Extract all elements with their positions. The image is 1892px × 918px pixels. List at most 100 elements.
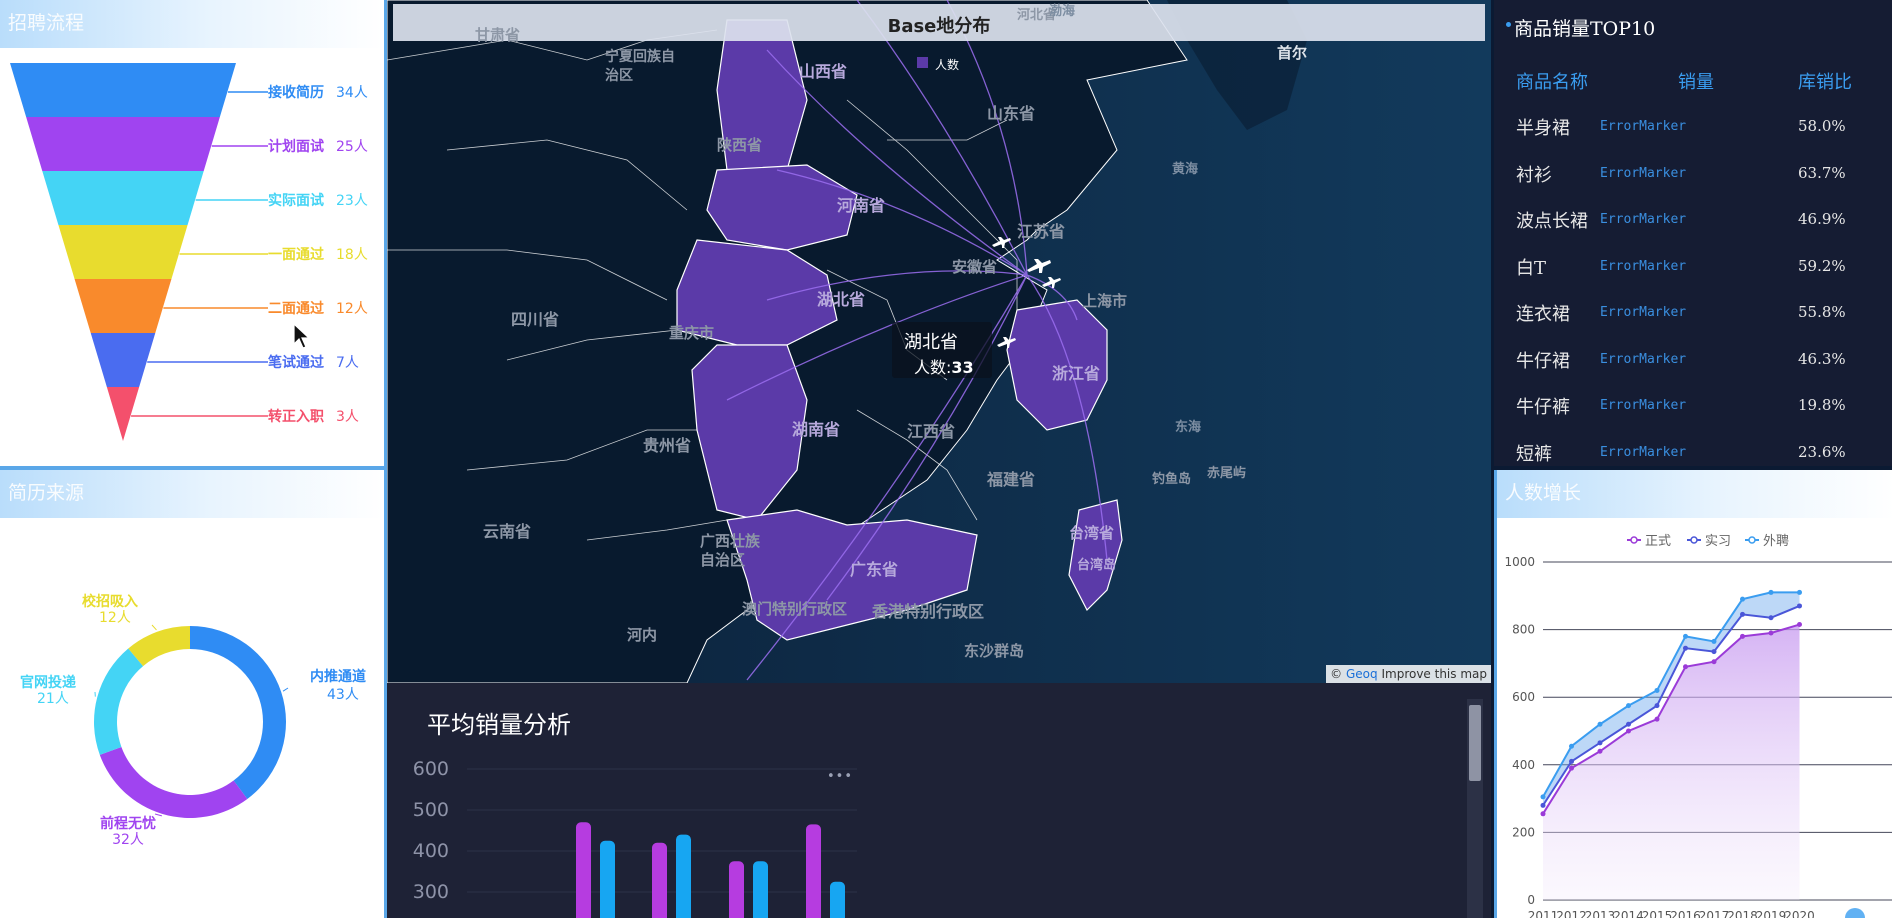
avg-bar[interactable] xyxy=(753,861,768,918)
growth-point[interactable] xyxy=(1540,794,1546,800)
top10-row-sales: ErrorMarker xyxy=(1600,119,1687,134)
top10-title-dot xyxy=(1506,22,1511,27)
growth-point[interactable] xyxy=(1797,589,1802,595)
avg-scrollbar-track[interactable] xyxy=(1467,699,1483,918)
growth-point[interactable] xyxy=(1654,703,1660,709)
avg-bar[interactable] xyxy=(576,822,591,918)
top10-row-name: 衬衫 xyxy=(1516,164,1552,186)
map-label-jiangxi: 江西省 xyxy=(907,422,956,441)
growth-point[interactable] xyxy=(1540,811,1546,817)
funnel-stage-label: 实际面试 xyxy=(268,192,324,209)
map-title: Base地分布 xyxy=(887,16,991,37)
donut-slice-label: 官网投递 xyxy=(20,674,76,691)
growth-point[interactable] xyxy=(1626,728,1631,734)
map-title-bar: Base地分布 xyxy=(393,4,1485,41)
map-label-chiwei: 赤尾屿 xyxy=(1207,466,1247,481)
donut-slice[interactable] xyxy=(94,648,144,755)
avg-bar[interactable] xyxy=(676,834,691,918)
funnel-stage-value: 23人 xyxy=(336,193,368,209)
growth-legend-label[interactable]: 外聘 xyxy=(1763,534,1789,549)
donut-slice-label: 内推通道 xyxy=(310,668,366,685)
base-distribution-map[interactable]: Base地分布 人数 甘肃省 宁夏回族自治区 山西省 河北省 陕西省 山东省 河南省 江苏省安… xyxy=(387,0,1491,683)
growth-point[interactable] xyxy=(1597,721,1603,727)
growth-point[interactable] xyxy=(1654,687,1660,693)
map-label-anhui: 安徽省 xyxy=(952,258,998,276)
growth-point[interactable] xyxy=(1740,596,1745,602)
funnel-segment[interactable] xyxy=(10,63,236,117)
avg-scrollbar-thumb[interactable] xyxy=(1469,705,1481,781)
top10-row-ratio: 63.7% xyxy=(1798,163,1846,182)
top10-row-ratio: 23.6% xyxy=(1798,442,1846,461)
map-label-yellow-sea: 黄海 xyxy=(1172,162,1199,177)
growth-point[interactable] xyxy=(1626,721,1631,727)
attribution-geoq-link[interactable]: Geoq xyxy=(1346,667,1378,681)
top10-row-name: 白T xyxy=(1516,257,1547,279)
map-label-chongqing: 重庆市 xyxy=(669,324,715,342)
growth-point[interactable] xyxy=(1711,659,1717,665)
donut-slice[interactable] xyxy=(99,746,248,818)
growth-scroll-handle[interactable] xyxy=(1845,908,1865,918)
funnel-segment[interactable] xyxy=(90,333,156,387)
growth-point[interactable] xyxy=(1768,630,1774,636)
donut-slice[interactable] xyxy=(190,626,286,800)
growth-point[interactable] xyxy=(1797,622,1802,628)
top10-row-sales: ErrorMarker xyxy=(1600,258,1687,274)
avg-bar[interactable] xyxy=(830,881,845,918)
avg-bar[interactable] xyxy=(729,861,744,918)
funnel-stage-label: 二面通过 xyxy=(268,300,324,317)
growth-legend-label[interactable]: 实习 xyxy=(1705,534,1731,549)
growth-xtick-label: 2020 xyxy=(1784,909,1815,918)
growth-point[interactable] xyxy=(1740,611,1745,617)
donut-slice-value: 21人 xyxy=(37,691,69,707)
growth-point[interactable] xyxy=(1597,748,1603,754)
tooltip-province: 湖北省 xyxy=(904,332,958,353)
growth-xtick-label: 2012 xyxy=(1556,909,1587,918)
growth-point[interactable] xyxy=(1569,743,1574,749)
map-label-seoul: 首尔 xyxy=(1277,44,1308,62)
funnel-segment[interactable] xyxy=(106,387,140,441)
donut-slice-value: 32人 xyxy=(112,832,144,848)
growth-point[interactable] xyxy=(1711,649,1717,655)
growth-xtick-label: 2011 xyxy=(1528,909,1559,918)
growth-legend-label[interactable]: 正式 xyxy=(1645,534,1671,549)
map-label-guizhou: 贵州省 xyxy=(643,436,692,455)
growth-point[interactable] xyxy=(1569,765,1574,771)
growth-point[interactable] xyxy=(1626,703,1631,709)
funnel-stage-label: 一面通过 xyxy=(268,246,324,263)
tooltip-value: 33 xyxy=(951,358,974,377)
avg-bar[interactable] xyxy=(652,842,667,918)
growth-point[interactable] xyxy=(1740,633,1745,639)
growth-point[interactable] xyxy=(1768,615,1774,621)
growth-point[interactable] xyxy=(1797,603,1802,609)
avg-bar[interactable] xyxy=(600,840,615,918)
map-label-gansu: 甘肃省 xyxy=(475,26,521,44)
avg-bar[interactable] xyxy=(806,824,821,918)
growth-point[interactable] xyxy=(1569,758,1574,764)
funnel-segment[interactable] xyxy=(58,225,188,279)
growth-point[interactable] xyxy=(1711,638,1717,644)
growth-legend-marker[interactable] xyxy=(1748,536,1756,544)
growth-legend-marker[interactable] xyxy=(1690,536,1698,544)
growth-point[interactable] xyxy=(1540,802,1546,808)
growth-point[interactable] xyxy=(1683,664,1688,670)
funnel-segment[interactable] xyxy=(26,117,220,171)
funnel-stage-label: 转正入职 xyxy=(268,408,324,425)
top10-row-ratio: 58.0% xyxy=(1798,117,1846,135)
growth-ytick-label: 600 xyxy=(1512,690,1535,704)
attribution-improve-link[interactable]: Improve this map xyxy=(1381,667,1487,681)
growth-point[interactable] xyxy=(1654,716,1660,722)
growth-point[interactable] xyxy=(1683,645,1688,651)
growth-legend-marker[interactable] xyxy=(1630,536,1638,544)
donut-slice-label: 校招吸入 xyxy=(82,593,138,610)
growth-point[interactable] xyxy=(1768,589,1774,595)
tooltip-value-label: 人数: xyxy=(914,358,952,377)
funnel-segment[interactable] xyxy=(42,171,204,225)
growth-xtick-label: 2016 xyxy=(1670,909,1701,918)
growth-point[interactable] xyxy=(1597,740,1603,746)
map-legend-label[interactable]: 人数 xyxy=(935,56,959,73)
funnel-stage-label: 接收简历 xyxy=(268,84,324,101)
growth-point[interactable] xyxy=(1683,633,1688,639)
map-label-taiwan-city: 台湾岛 xyxy=(1077,558,1117,573)
funnel-segment[interactable] xyxy=(74,279,172,333)
growth-xtick-label: 2019 xyxy=(1756,909,1787,918)
